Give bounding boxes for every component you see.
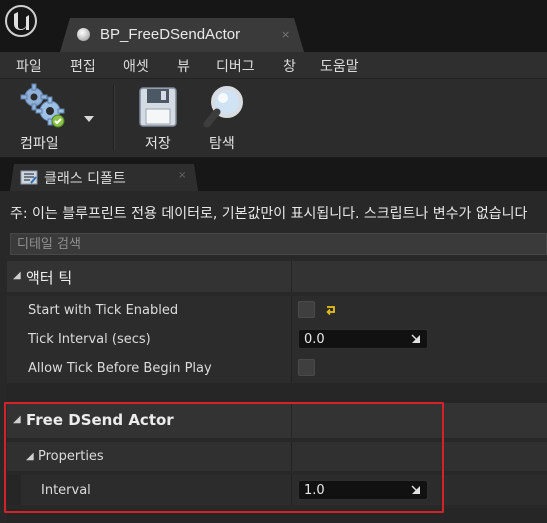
reset-to-default-arrow-icon[interactable] xyxy=(325,305,337,315)
start-with-tick-checkbox[interactable] xyxy=(298,301,315,318)
category-free-dsend-actor[interactable]: ◢ Free DSend Actor xyxy=(7,403,547,438)
menu-file[interactable]: 파일 xyxy=(16,56,42,76)
property-row-interval: Interval 1.0 xyxy=(7,475,547,505)
property-row-tick-interval: Tick Interval (secs) 0.0 xyxy=(7,325,547,354)
subcategory-title: Properties xyxy=(38,449,104,464)
window-title-bar: BP_FreeDSendActor × xyxy=(0,0,547,52)
column-divider[interactable] xyxy=(291,475,292,505)
menu-debug[interactable]: 디버그 xyxy=(216,56,255,76)
interval-field[interactable]: 1.0 xyxy=(298,480,428,500)
expand-arrow-icon[interactable]: ◢ xyxy=(26,451,34,462)
column-divider[interactable] xyxy=(291,442,292,471)
category-title: Free DSend Actor xyxy=(26,411,174,429)
class-defaults-icon xyxy=(20,170,38,185)
compile-button[interactable]: 컴파일 xyxy=(6,79,80,158)
compile-options-dropdown[interactable] xyxy=(80,79,102,158)
property-row-start-with-tick: Start with Tick Enabled xyxy=(7,296,547,325)
expand-arrow-icon[interactable]: ◢ xyxy=(13,414,21,425)
blueprint-asset-icon xyxy=(77,28,90,41)
property-name: Allow Tick Before Begin Play xyxy=(28,361,212,376)
save-button[interactable]: 저장 xyxy=(132,79,184,158)
browse-label: 탐색 xyxy=(209,136,235,152)
property-name: Tick Interval (secs) xyxy=(28,332,151,347)
close-tab-icon[interactable]: × xyxy=(281,28,290,41)
tick-interval-field[interactable]: 0.0 xyxy=(298,329,428,349)
save-label: 저장 xyxy=(145,136,171,152)
column-divider[interactable] xyxy=(291,354,292,383)
compile-gears-icon xyxy=(20,83,65,128)
menu-edit[interactable]: 편집 xyxy=(70,56,96,76)
document-tab-title: BP_FreeDSendActor xyxy=(100,26,241,43)
tick-interval-value: 0.0 xyxy=(304,332,325,347)
column-divider[interactable] xyxy=(291,261,292,292)
column-divider[interactable] xyxy=(291,325,292,354)
toolbar-separator xyxy=(113,85,115,151)
chevron-down-icon xyxy=(84,116,94,122)
menu-help[interactable]: 도움말 xyxy=(320,56,359,76)
panel-tab-row: 클래스 디폴트 × xyxy=(0,158,547,191)
class-defaults-tab[interactable]: 클래스 디폴트 × xyxy=(10,164,198,191)
column-divider[interactable] xyxy=(291,403,292,438)
section-gap xyxy=(7,383,547,403)
drag-handle-icon[interactable] xyxy=(411,334,421,344)
category-title: 액터 틱 xyxy=(26,269,73,287)
property-name: Interval xyxy=(41,483,91,498)
property-row-allow-tick: Allow Tick Before Begin Play xyxy=(7,354,547,383)
document-tab[interactable]: BP_FreeDSendActor × xyxy=(60,18,304,52)
property-name: Start with Tick Enabled xyxy=(28,303,179,318)
unreal-engine-logo-icon xyxy=(5,5,37,37)
interval-value: 1.0 xyxy=(304,483,325,498)
browse-button[interactable]: 탐색 xyxy=(196,79,252,158)
indent-guide xyxy=(7,475,21,505)
subcategory-properties[interactable]: ◢ Properties xyxy=(7,442,547,471)
allow-tick-checkbox[interactable] xyxy=(298,359,315,376)
blueprint-notice-text: 주: 이는 블루프린트 전용 데이터로, 기본값만이 표시됩니다. 스크립트나 … xyxy=(10,206,528,222)
menu-bar: 파일 편집 애셋 뷰 디버그 창 도움말 xyxy=(0,52,547,79)
class-defaults-tab-label: 클래스 디폴트 xyxy=(44,171,126,187)
category-actor-tick[interactable]: ◢ 액터 틱 xyxy=(7,261,547,292)
toolbar: 컴파일 저장 탐색 xyxy=(0,79,547,158)
drag-handle-icon[interactable] xyxy=(411,485,421,495)
menu-view[interactable]: 뷰 xyxy=(177,56,190,76)
save-floppy-icon xyxy=(139,87,177,127)
browse-magnifier-icon xyxy=(203,86,243,128)
column-divider[interactable] xyxy=(291,296,292,325)
menu-window[interactable]: 창 xyxy=(283,56,296,76)
expand-arrow-icon[interactable]: ◢ xyxy=(13,270,21,281)
details-search-input[interactable] xyxy=(10,233,547,255)
compile-label: 컴파일 xyxy=(20,136,59,152)
close-panel-icon[interactable]: × xyxy=(178,170,186,181)
panel-bottom xyxy=(7,509,547,523)
menu-asset[interactable]: 애셋 xyxy=(123,56,149,76)
